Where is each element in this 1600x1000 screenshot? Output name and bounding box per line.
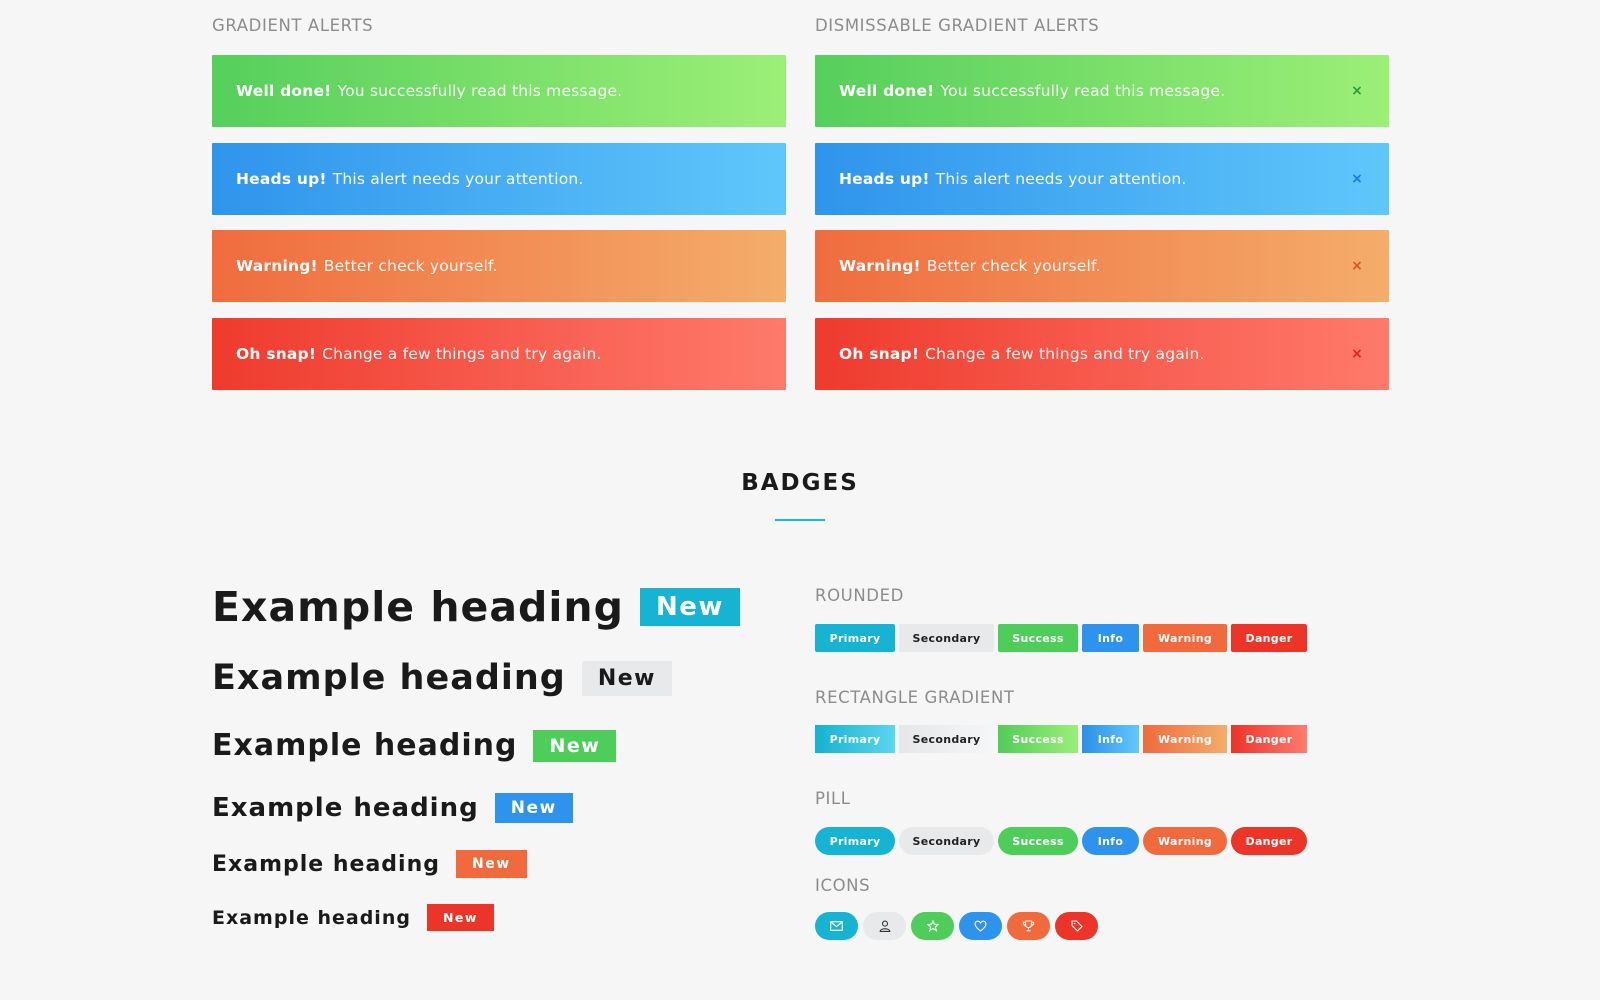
badge-info: Info [1082,624,1139,652]
badge-danger: Danger [1231,725,1307,753]
alert-strong: Heads up! [839,170,930,188]
alert-warning: Warning! Better check yourself. [212,230,786,302]
new-badge: New [494,793,573,823]
badge-primary: Primary [815,624,895,652]
badge-success: Success [998,827,1078,855]
alert-strong: Oh snap! [236,345,317,363]
badge-primary: Primary [815,725,895,753]
icon-badge-row [815,912,1103,940]
heart-icon [959,912,1002,940]
pill-label: PILL [815,789,851,808]
new-badge: New [581,660,673,696]
heading-row-2: Example heading New [212,658,673,698]
heading-row-6: Example heading New [212,904,494,931]
badge-info: Info [1082,827,1139,855]
badge-danger: Danger [1231,624,1307,652]
example-heading: Example heading [212,728,518,763]
badge-secondary: Secondary [899,827,994,855]
dismissable-alert-info: Heads up! This alert needs your attentio… [815,143,1389,215]
alert-strong: Well done! [839,82,935,100]
heading-row-3: Example heading New [212,728,617,763]
icons-label: ICONS [815,876,871,895]
badge-warning: Warning [1143,827,1227,855]
pill-badge-row: Primary Secondary Success Info Warning D… [815,827,1311,855]
badges-section-title: BADGES [741,470,859,496]
star-icon [911,912,954,940]
alert-success: Well done! You successfully read this me… [212,55,786,127]
alert-strong: Heads up! [236,170,327,188]
gradient-badge-row: Primary Secondary Success Info Warning D… [815,725,1311,753]
close-icon[interactable]: × [1351,83,1363,99]
heading-row-1: Example heading New [212,583,740,631]
alert-text: You successfully read this message. [337,82,623,100]
alert-info: Heads up! This alert needs your attentio… [212,143,786,215]
badge-danger: Danger [1231,827,1307,855]
new-badge: New [639,588,740,626]
alert-text: Change a few things and try again. [925,345,1205,363]
close-icon[interactable]: × [1351,346,1363,362]
rectangle-gradient-label: RECTANGLE GRADIENT [815,688,1015,707]
example-heading: Example heading [212,906,411,929]
badge-secondary: Secondary [899,624,994,652]
dismissable-alert-success: Well done! You successfully read this me… [815,55,1389,127]
dismissable-alerts-label: DISMISSABLE GRADIENT ALERTS [815,16,1100,35]
badge-success: Success [998,725,1078,753]
close-icon[interactable]: × [1351,258,1363,274]
badge-warning: Warning [1143,624,1227,652]
alert-strong: Well done! [236,82,332,100]
alert-text: This alert needs your attention. [332,170,584,188]
example-heading: Example heading [212,583,624,631]
badge-info: Info [1082,725,1139,753]
tag-icon [1055,912,1098,940]
gradient-alerts-label: GRADIENT ALERTS [212,16,374,35]
example-heading: Example heading [212,793,479,823]
alert-strong: Warning! [839,257,921,275]
dismissable-alert-danger: Oh snap! Change a few things and try aga… [815,318,1389,390]
rounded-badge-row: Primary Secondary Success Info Warning D… [815,624,1311,652]
example-heading: Example heading [212,658,566,698]
badge-secondary: Secondary [899,725,994,753]
envelope-icon [815,912,858,940]
alert-danger: Oh snap! Change a few things and try aga… [212,318,786,390]
alert-strong: Warning! [236,257,318,275]
badge-warning: Warning [1143,725,1227,753]
alert-text: This alert needs your attention. [935,170,1187,188]
alert-text: Change a few things and try again. [322,345,602,363]
title-underline [775,519,825,521]
dismissable-alert-warning: Warning! Better check yourself. × [815,230,1389,302]
user-icon [863,912,906,940]
close-icon[interactable]: × [1351,171,1363,187]
rounded-label: ROUNDED [815,586,904,605]
alert-text: Better check yourself. [323,257,498,275]
alert-text: You successfully read this message. [940,82,1226,100]
example-heading: Example heading [212,851,440,877]
trophy-icon [1007,912,1050,940]
heading-row-5: Example heading New [212,850,527,878]
new-badge: New [426,904,494,931]
new-badge: New [456,850,527,878]
heading-row-4: Example heading New [212,793,573,823]
new-badge: New [533,729,617,762]
badge-primary: Primary [815,827,895,855]
badge-success: Success [998,624,1078,652]
alert-text: Better check yourself. [926,257,1101,275]
alert-strong: Oh snap! [839,345,920,363]
